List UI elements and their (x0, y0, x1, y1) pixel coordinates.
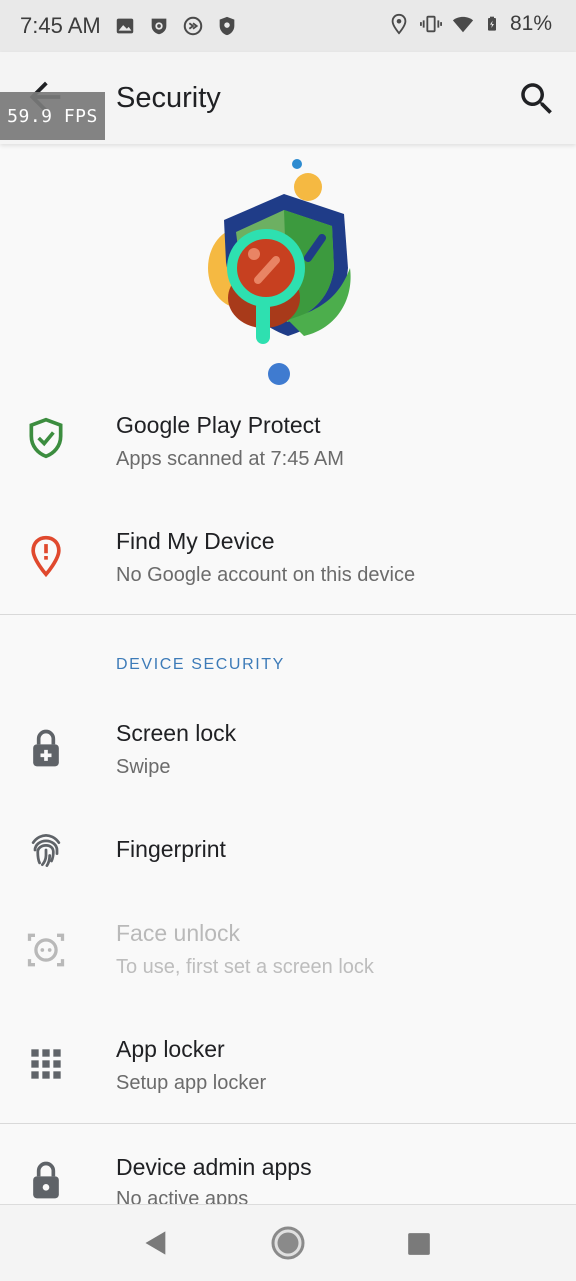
divider (0, 1123, 576, 1124)
google-play-protect-item[interactable]: Google Play Protect Apps scanned at 7:45… (0, 388, 576, 498)
navigation-bar (0, 1204, 576, 1281)
shield-icon (219, 16, 235, 36)
status-bar: 7:45 AM 81% (0, 0, 576, 52)
find-my-device-item[interactable]: Find My Device No Google account on this… (0, 504, 576, 614)
item-subtitle: No Google account on this device (116, 564, 416, 586)
location-alert-icon (31, 535, 61, 578)
search-icon[interactable] (516, 78, 558, 120)
wifi-icon (452, 16, 474, 33)
nav-recents-icon[interactable] (406, 1231, 432, 1257)
lock-icon (33, 1161, 59, 1199)
shield-check-icon (29, 417, 63, 459)
app-locker-item[interactable]: App locker Setup app locker (0, 1012, 576, 1122)
item-title: Find My Device (116, 528, 275, 554)
system-icons: 81% (388, 12, 552, 36)
page-title: Security (116, 82, 221, 114)
screen-lock-item[interactable]: Screen lock Swipe (0, 696, 576, 806)
nav-back-icon[interactable] (142, 1229, 170, 1257)
item-title: Screen lock (116, 720, 237, 746)
item-title: Face unlock (116, 920, 241, 946)
item-title: Fingerprint (116, 836, 226, 862)
lock-plus-icon (33, 729, 59, 767)
apps-grid-icon (31, 1049, 61, 1079)
vibrate-icon (419, 15, 442, 33)
location-icon (391, 13, 407, 35)
item-subtitle: Swipe (116, 756, 171, 778)
battery-percent: 81% (509, 12, 552, 35)
item-subtitle: Setup app locker (116, 1072, 267, 1094)
item-title: Google Play Protect (116, 412, 321, 438)
face-icon (27, 933, 65, 967)
item-title: Device admin apps (116, 1154, 312, 1180)
nav-home-icon[interactable] (270, 1225, 306, 1261)
fingerprint-icon (31, 833, 61, 867)
face-unlock-item: Face unlock To use, first set a screen l… (0, 896, 576, 1006)
shield-face-icon (151, 18, 167, 35)
image-icon (116, 18, 134, 34)
fps-counter: 59.9 FPS (0, 92, 105, 140)
status-time: 7:45 AM (20, 13, 101, 38)
link-icon (183, 16, 203, 36)
security-illustration (208, 159, 351, 385)
divider (0, 614, 576, 615)
notification-icons (114, 15, 238, 37)
section-header-device-security: DEVICE SECURITY (116, 656, 285, 673)
item-subtitle: To use, first set a screen lock (116, 956, 374, 978)
battery-icon (487, 16, 496, 31)
item-subtitle: Apps scanned at 7:45 AM (116, 448, 344, 470)
item-title: App locker (116, 1036, 225, 1062)
